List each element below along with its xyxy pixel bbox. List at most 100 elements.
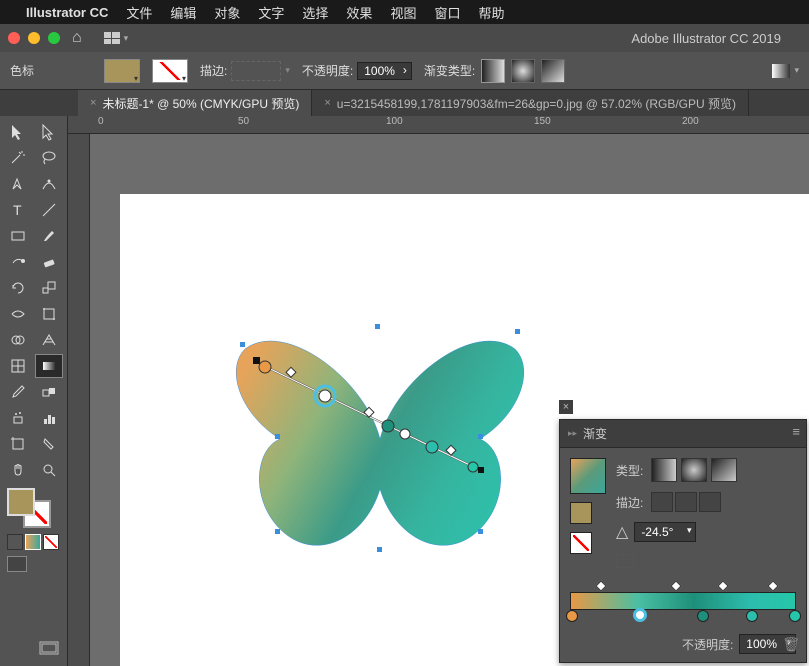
hand-tool[interactable] xyxy=(4,458,32,482)
line-segment-tool[interactable] xyxy=(35,198,63,222)
gradient-stop[interactable] xyxy=(746,610,758,622)
gradient-type-group: 渐变类型: xyxy=(424,59,565,83)
stop-opacity-label: 不透明度: xyxy=(682,636,733,653)
menu-select[interactable]: 选择 xyxy=(302,3,328,22)
fill-color-swatch[interactable] xyxy=(7,488,35,516)
none-mode-button[interactable] xyxy=(43,534,59,550)
horizontal-ruler[interactable]: 0 50 100 150 200 xyxy=(68,116,809,134)
type-label: 类型: xyxy=(616,462,643,479)
selected-butterfly-shape[interactable] xyxy=(225,319,535,579)
gradient-stop[interactable] xyxy=(789,610,801,622)
gradient-slider[interactable] xyxy=(560,580,806,630)
menu-help[interactable]: 帮助 xyxy=(478,3,504,22)
active-stop-color-swatch[interactable] xyxy=(570,502,592,524)
slice-tool[interactable] xyxy=(35,432,63,456)
opacity-value-input[interactable]: 100% xyxy=(357,62,412,80)
menu-object[interactable]: 对象 xyxy=(214,3,240,22)
fill-swatch[interactable]: ▾ xyxy=(104,59,140,83)
selection-tool[interactable] xyxy=(4,120,32,144)
stroke-weight-stepper[interactable] xyxy=(231,61,281,81)
stroke-gradient-across-button[interactable] xyxy=(699,492,721,512)
type-radial-button[interactable] xyxy=(681,458,707,482)
gradient-ramp[interactable] xyxy=(570,592,796,610)
type-linear-button[interactable] xyxy=(651,458,677,482)
angle-input[interactable]: -24.5° xyxy=(634,522,696,542)
vertical-ruler[interactable] xyxy=(68,134,90,666)
stroke-gradient-along-button[interactable] xyxy=(675,492,697,512)
gradient-tool[interactable] xyxy=(35,354,63,378)
type-tool[interactable]: T xyxy=(4,198,32,222)
close-tab-icon[interactable]: × xyxy=(324,97,330,109)
close-panel-icon[interactable]: × xyxy=(559,400,573,414)
stroke-label: 描边: xyxy=(200,62,227,79)
pen-tool[interactable] xyxy=(4,172,32,196)
curvature-tool[interactable] xyxy=(35,172,63,196)
opacity-label: 不透明度: xyxy=(302,62,353,79)
document-tab-1[interactable]: × 未标题-1* @ 50% (CMYK/GPU 预览) xyxy=(78,90,312,116)
direct-selection-tool[interactable] xyxy=(35,120,63,144)
gradient-type-freeform-button[interactable] xyxy=(541,59,565,83)
gradient-preview-swatch[interactable] xyxy=(570,458,606,494)
home-icon[interactable]: ⌂ xyxy=(72,29,82,47)
gradient-stop[interactable] xyxy=(697,610,709,622)
perspective-grid-tool[interactable] xyxy=(35,328,63,352)
menu-edit[interactable]: 编辑 xyxy=(170,3,196,22)
close-tab-icon[interactable]: × xyxy=(90,97,96,109)
gradient-type-linear-button[interactable] xyxy=(481,59,505,83)
column-graph-tool[interactable] xyxy=(35,406,63,430)
delete-stop-icon[interactable]: 🗑 xyxy=(782,636,800,653)
stroke-weight: 描边: ▾ xyxy=(200,61,290,81)
panel-titlebar[interactable]: ▸▸ 渐变 ≡ xyxy=(560,420,806,448)
draw-mode-button[interactable] xyxy=(7,556,27,572)
shaper-tool[interactable] xyxy=(4,250,32,274)
color-mode-button[interactable] xyxy=(7,534,23,550)
control-bar: 色标 ▾ ▾ 描边: ▾ 不透明度: 100% 渐变类型: ▾ xyxy=(0,52,809,90)
gradient-stop[interactable] xyxy=(566,610,578,622)
width-tool[interactable] xyxy=(4,302,32,326)
angle-icon: △ xyxy=(616,522,628,542)
stroke-swatch[interactable]: ▾ xyxy=(152,59,188,83)
opacity-control: 不透明度: 100% xyxy=(302,62,412,80)
menu-file[interactable]: 文件 xyxy=(126,3,152,22)
aspect-ratio-input[interactable] xyxy=(642,552,702,570)
traffic-lights xyxy=(8,32,60,44)
blend-tool[interactable] xyxy=(35,380,63,404)
arrange-documents-button[interactable]: ▾ xyxy=(104,32,129,44)
screen-mode-button[interactable] xyxy=(4,637,63,662)
paintbrush-tool[interactable] xyxy=(35,224,63,248)
eraser-tool[interactable] xyxy=(35,250,63,274)
menu-window[interactable]: 窗口 xyxy=(434,3,460,22)
lasso-tool[interactable] xyxy=(35,146,63,170)
document-tab-2[interactable]: × u=3215458199,1781197903&fm=26&gp=0.jpg… xyxy=(312,90,749,116)
magic-wand-tool[interactable] xyxy=(4,146,32,170)
minimize-window-button[interactable] xyxy=(28,32,40,44)
menu-type[interactable]: 文字 xyxy=(258,3,284,22)
panel-title: 渐变 xyxy=(583,425,607,442)
scale-tool[interactable] xyxy=(35,276,63,300)
eyedropper-tool[interactable] xyxy=(4,380,32,404)
edit-gradient-button[interactable]: ▾ xyxy=(772,64,799,78)
mesh-tool[interactable] xyxy=(4,354,32,378)
menu-view[interactable]: 视图 xyxy=(390,3,416,22)
rotate-tool[interactable] xyxy=(4,276,32,300)
gradient-stop[interactable] xyxy=(633,608,647,622)
artboard-tool[interactable] xyxy=(4,432,32,456)
zoom-window-button[interactable] xyxy=(48,32,60,44)
reverse-gradient-button[interactable] xyxy=(570,532,592,554)
menubar: Illustrator CC 文件 编辑 对象 文字 选择 效果 视图 窗口 帮… xyxy=(0,0,809,24)
gradient-type-radial-button[interactable] xyxy=(511,59,535,83)
type-freeform-button[interactable] xyxy=(711,458,737,482)
shape-builder-tool[interactable] xyxy=(4,328,32,352)
stroke-gradient-within-button[interactable] xyxy=(651,492,673,512)
zoom-tool[interactable] xyxy=(35,458,63,482)
menu-effect[interactable]: 效果 xyxy=(346,3,372,22)
symbol-sprayer-tool[interactable] xyxy=(4,406,32,430)
gradient-panel: × ▸▸ 渐变 ≡ 类型: xyxy=(559,419,807,663)
window-header: ⌂ ▾ Adobe Illustrator CC 2019 xyxy=(0,24,809,52)
free-transform-tool[interactable] xyxy=(35,302,63,326)
gradient-mode-button[interactable] xyxy=(25,534,41,550)
close-window-button[interactable] xyxy=(8,32,20,44)
panel-menu-icon[interactable]: ≡ xyxy=(792,424,800,439)
app-name[interactable]: Illustrator CC xyxy=(26,5,108,20)
rectangle-tool[interactable] xyxy=(4,224,32,248)
